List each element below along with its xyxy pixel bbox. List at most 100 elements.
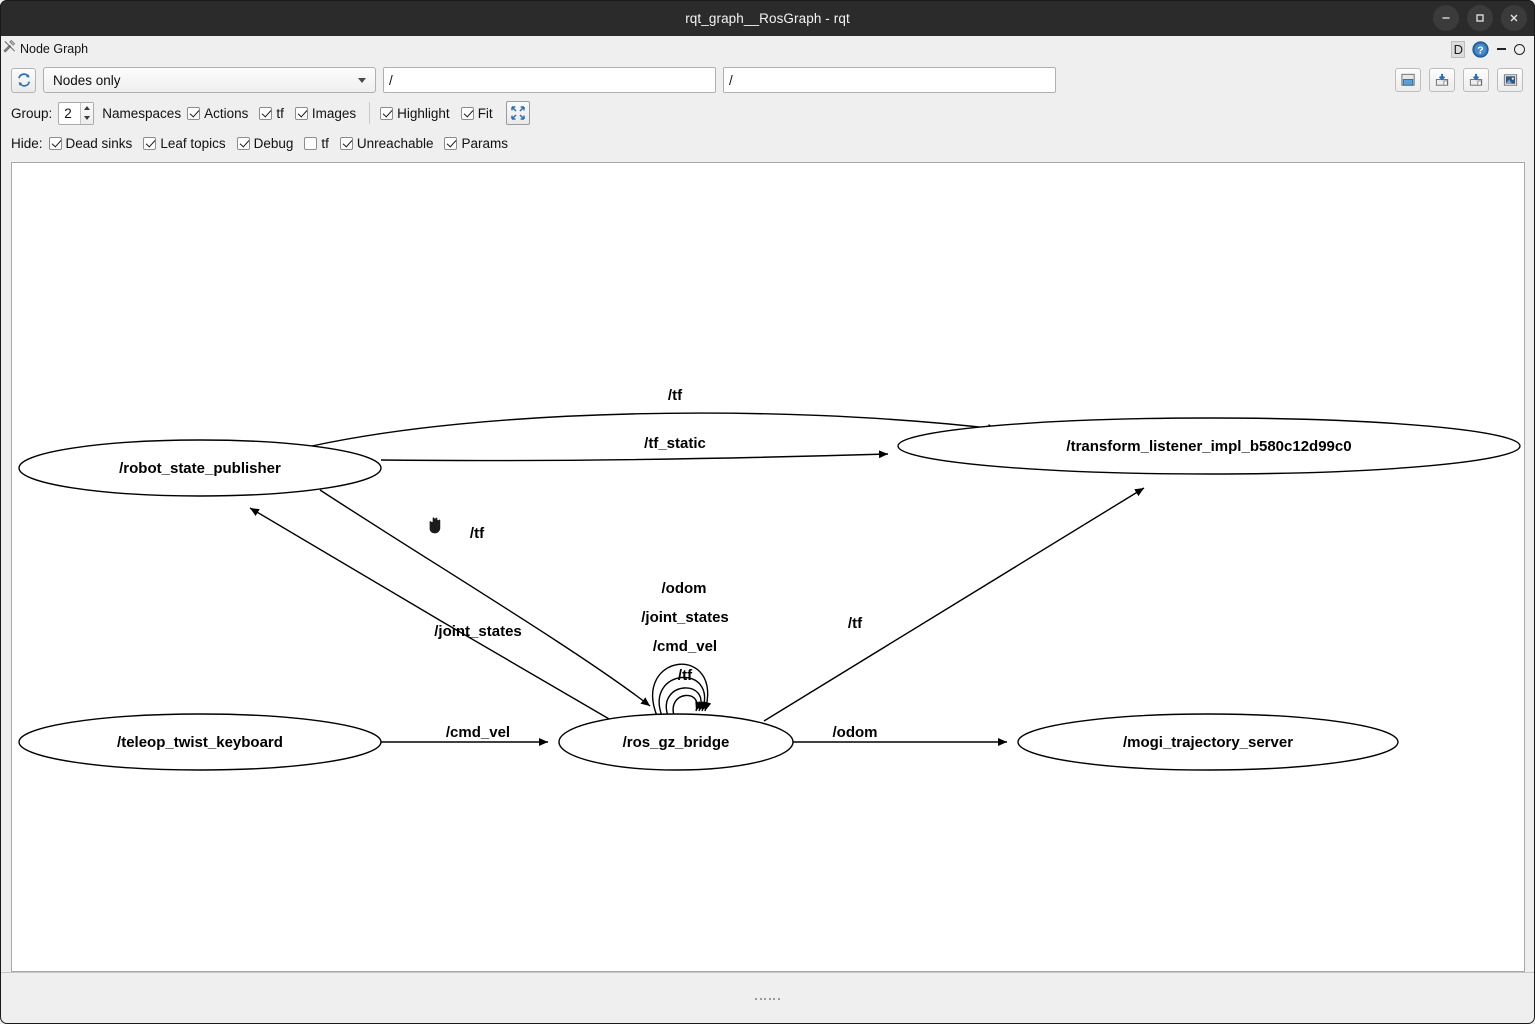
graph-node-teleop-twist-keyboard[interactable]: /teleop_twist_keyboard [18, 713, 382, 771]
checkbox-debug-box[interactable] [236, 136, 250, 150]
checkbox-leaf-topics[interactable]: Leaf topics [143, 135, 226, 151]
checkbox-dead-sinks-label: Dead sinks [65, 135, 133, 151]
checkbox-hide-tf-label: tf [321, 135, 329, 151]
group-spin-up[interactable] [81, 103, 93, 114]
graph-node-mogi-trajectory-server[interactable]: /mogi_trajectory_server [1017, 713, 1399, 771]
topic-filter-input[interactable]: / [383, 67, 716, 93]
checkbox-actions[interactable]: Actions [187, 106, 248, 121]
checkbox-params-label: Params [461, 135, 508, 151]
window-close-button[interactable] [1501, 5, 1527, 31]
edge-bridge-self-cmdvel [665, 687, 707, 717]
node-graph-canvas[interactable]: /tf /tf_static /joint_states /tf /tf /cm… [11, 162, 1525, 972]
checkbox-actions-box[interactable] [187, 106, 201, 120]
checkbox-params[interactable]: Params [444, 136, 508, 151]
plugin-header-bar: Node Graph D ? [0, 36, 1535, 62]
node-label: /transform_listener_impl_b580c12d99c0 [1066, 438, 1351, 455]
group-spinbox[interactable]: 2 [58, 101, 95, 125]
graph-type-value: Nodes only [53, 72, 121, 88]
checkbox-leaf-topics-box[interactable] [143, 136, 157, 150]
group-label: Group: [11, 105, 53, 121]
checkbox-debug[interactable]: Debug [236, 135, 294, 151]
node-filter-value: / [729, 72, 733, 88]
toolbar-row-options: Group: 2 Namespaces Actions tf Images Hi… [0, 98, 1535, 128]
checkbox-actions-label: Actions [204, 105, 249, 121]
fit-in-view-button[interactable] [505, 101, 530, 125]
group-spin-down[interactable] [81, 113, 93, 124]
checkbox-unreachable-box[interactable] [339, 136, 353, 150]
save-as-svg-button[interactable] [1463, 68, 1489, 92]
checkbox-tf-box[interactable] [259, 106, 273, 120]
checkbox-params-box[interactable] [444, 136, 458, 150]
edge-label-tf-static: /tf_static [644, 435, 706, 452]
resize-grip[interactable] [755, 997, 780, 1000]
edge-label-self-cmd-vel: /cmd_vel [653, 638, 717, 655]
save-dot-button[interactable] [1429, 68, 1455, 92]
checkbox-highlight-box[interactable] [380, 106, 394, 120]
folder-open-icon [1400, 73, 1415, 86]
checkbox-highlight[interactable]: Highlight [380, 106, 450, 121]
edge-label-tf-diagonal: /tf [848, 615, 863, 632]
checkbox-highlight-label: Highlight [397, 105, 450, 121]
checkbox-dead-sinks-box[interactable] [48, 136, 62, 150]
edge-label-self-odom: /odom [662, 580, 707, 597]
node-filter-input[interactable]: / [723, 67, 1056, 93]
checkbox-fit-box[interactable] [460, 106, 474, 120]
checkbox-fit[interactable]: Fit [460, 105, 493, 121]
window-minimize-button[interactable] [1433, 5, 1459, 31]
edge-label-self-joint-states: /joint_states [641, 609, 729, 626]
checkbox-debug-label: Debug [253, 135, 294, 151]
edge-label-tf-upper: /tf [668, 387, 683, 404]
checkbox-leaf-topics-label: Leaf topics [160, 135, 226, 151]
topic-filter-value: / [389, 72, 393, 88]
group-spinner-arrows [80, 102, 94, 124]
save-image-button[interactable] [1497, 68, 1523, 92]
maximize-icon [1476, 14, 1484, 22]
checkbox-hide-tf[interactable]: tf [304, 136, 329, 151]
window-title: rqt_graph__RosGraph - rqt [685, 10, 850, 26]
edge-bridge-to-listener-tf [763, 487, 1145, 722]
checkbox-images-box[interactable] [294, 106, 308, 120]
graph-node-robot-state-publisher[interactable]: /robot_state_publisher [18, 439, 382, 497]
toolbar-row-primary: Nodes only / / [0, 62, 1535, 98]
group-value: 2 [64, 105, 72, 121]
ros-graph-svg: /tf /tf_static /joint_states /tf /tf /cm… [18, 387, 1521, 771]
plugin-undock-button[interactable] [1497, 48, 1506, 50]
chevron-down-icon [84, 116, 91, 121]
svg-text:?: ? [1477, 44, 1483, 56]
checkbox-images-label: Images [311, 105, 357, 121]
toolbar-row-hide: Hide: Dead sinks Leaf topics Debug tf Un… [0, 128, 1535, 158]
edge-rsp-to-listener-tfstatic [380, 450, 889, 462]
checkbox-unreachable[interactable]: Unreachable [339, 136, 433, 151]
window-maximize-button[interactable] [1467, 5, 1493, 31]
refresh-button[interactable] [11, 67, 36, 93]
plugin-close-button[interactable] [1514, 43, 1525, 55]
toolbar-action-buttons [1395, 62, 1523, 98]
checkbox-dead-sinks[interactable]: Dead sinks [48, 135, 133, 151]
checkbox-tf-label: tf [276, 105, 284, 121]
load-dot-button[interactable] [1395, 68, 1421, 92]
minimize-icon [1442, 17, 1450, 19]
save-dot-icon [1435, 73, 1448, 86]
edge-label-tf-mid: /tf [470, 525, 485, 542]
graph-node-ros-gz-bridge[interactable]: /ros_gz_bridge [558, 713, 794, 771]
checkbox-tf[interactable]: tf [259, 106, 284, 121]
checkbox-fit-label: Fit [477, 105, 493, 121]
window-controls [1433, 0, 1527, 36]
checkbox-images[interactable]: Images [294, 105, 357, 121]
graph-node-transform-listener[interactable]: /transform_listener_impl_b580c12d99c0 [897, 417, 1521, 475]
help-icon[interactable]: ? [1472, 40, 1489, 58]
plugin-title: Node Graph [20, 42, 89, 56]
dock-badge[interactable]: D [1450, 40, 1465, 58]
edge-bridge-self-tf [672, 694, 703, 717]
window-titlebar: rqt_graph__RosGraph - rqt [0, 0, 1535, 36]
save-svg-icon [1469, 73, 1482, 86]
edge-label-self-tf: /tf [678, 667, 693, 684]
graph-type-combobox[interactable]: Nodes only [43, 67, 376, 93]
chevron-up-icon [84, 105, 91, 110]
image-save-icon [1503, 74, 1517, 86]
checkbox-hide-tf-box[interactable] [304, 136, 318, 150]
rqt-main-window: rqt_graph__RosGraph - rqt Node Graph D ?… [0, 0, 1535, 1024]
toolbar-divider [369, 102, 371, 124]
edge-label-joint-states: /joint_states [434, 623, 522, 640]
chevron-down-icon [358, 77, 366, 83]
